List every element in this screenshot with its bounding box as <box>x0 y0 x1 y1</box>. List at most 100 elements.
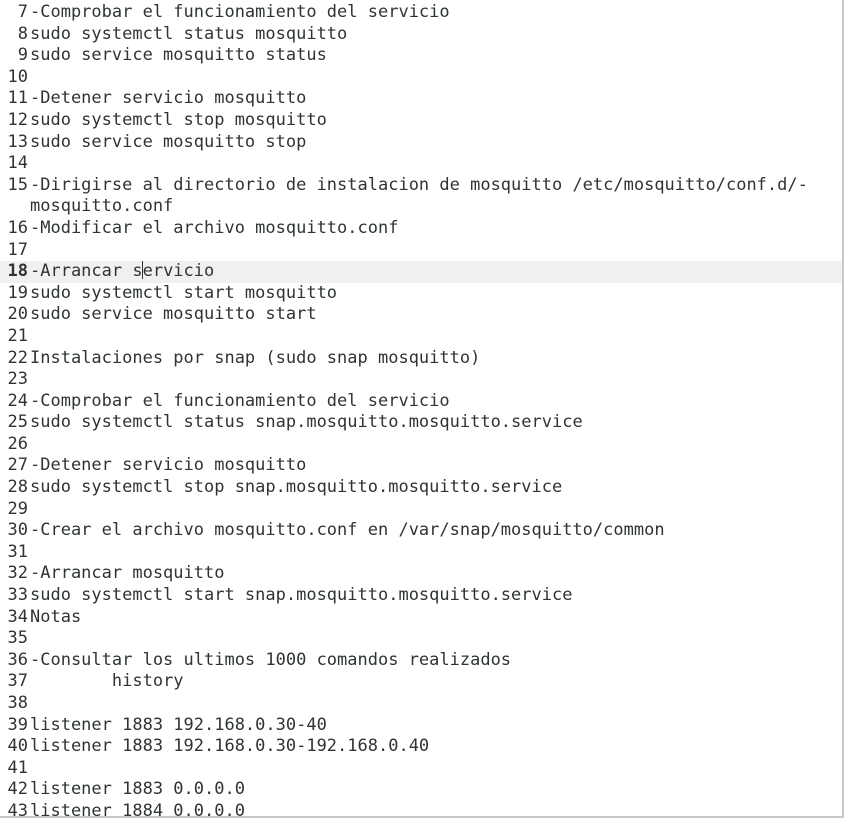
line-number: 32 <box>7 563 28 584</box>
line-number: 19 <box>7 282 28 303</box>
line-number: 11 <box>7 88 28 109</box>
line-text[interactable]: -Crear el archivo mosquitto.conf en /var… <box>29 520 842 542</box>
line-number: 20 <box>7 304 28 325</box>
line-text[interactable]: sudo systemctl stop snap.mosquitto.mosqu… <box>29 477 842 499</box>
editor-line[interactable]: 14 <box>0 153 842 175</box>
line-number: 9 <box>17 45 28 66</box>
line-number: 42 <box>7 779 28 800</box>
line-number: 7 <box>17 2 28 22</box>
line-text[interactable]: -Comprobar el funcionamiento del servici… <box>29 2 842 24</box>
editor-line[interactable]: 34 Notas <box>0 607 842 629</box>
line-text[interactable]: sudo systemctl stop mosquitto <box>29 110 842 132</box>
line-text[interactable]: listener 1883 0.0.0.0 <box>29 779 842 801</box>
line-text[interactable]: -Dirigirse al directorio de instalacion … <box>29 175 842 218</box>
line-number: 34 <box>7 606 28 627</box>
line-number: 28 <box>7 477 28 498</box>
line-text[interactable]: -Arrancar mosquitto <box>29 563 842 585</box>
editor-line[interactable]: 42 listener 1883 0.0.0.0 <box>0 779 842 801</box>
line-text[interactable]: Instalaciones por snap (sudo snap mosqui… <box>29 348 842 370</box>
line-number: 43 <box>7 800 28 818</box>
line-number: 18 <box>7 261 28 282</box>
editor-line[interactable]: 29 <box>0 499 842 521</box>
editor-line[interactable]: 10 <box>0 67 842 89</box>
line-number: 24 <box>7 390 28 411</box>
line-number: 33 <box>7 585 28 606</box>
line-text[interactable]: -Arrancar servicio <box>29 261 842 283</box>
line-text[interactable]: sudo systemctl status mosquitto <box>29 24 842 46</box>
line-text[interactable]: Notas <box>29 607 842 629</box>
editor-line[interactable]: 16 -Modificar el archivo mosquitto.conf <box>0 218 842 240</box>
editor-line[interactable]: 30 -Crear el archivo mosquitto.conf en /v… <box>0 520 842 542</box>
line-number: 21 <box>7 325 28 346</box>
line-text[interactable]: -Detener servicio mosquitto <box>29 455 842 477</box>
line-number: 13 <box>7 131 28 152</box>
editor-line[interactable]: 22 Instalaciones por snap (sudo snap mosq… <box>0 348 842 370</box>
editor-line[interactable]: 20 sudo service mosquitto start <box>0 304 842 326</box>
editor-line[interactable]: 12 sudo systemctl stop mosquitto <box>0 110 842 132</box>
line-number: 23 <box>7 369 28 390</box>
line-number: 31 <box>7 541 28 562</box>
line-number: 17 <box>7 239 28 260</box>
line-text[interactable]: listener 1884 0.0.0.0 <box>29 801 842 816</box>
line-text[interactable]: sudo systemctl start snap.mosquitto.mosq… <box>29 585 842 607</box>
line-number: 15 <box>7 174 28 195</box>
line-number: 14 <box>7 153 28 174</box>
line-number: 36 <box>7 649 28 670</box>
editor-line[interactable]: 24 -Comprobar el funcionamiento del servi… <box>0 391 842 413</box>
line-text[interactable]: history <box>29 671 842 693</box>
line-number: 10 <box>7 66 28 87</box>
line-text[interactable]: sudo systemctl start mosquitto <box>29 283 842 305</box>
line-text[interactable]: listener 1883 192.168.0.30-192.168.0.40 <box>29 736 842 758</box>
line-text[interactable]: -Detener servicio mosquitto <box>29 88 842 110</box>
editor-line[interactable]: 8 sudo systemctl status mosquitto <box>0 24 842 46</box>
editor-line[interactable]: 41 <box>0 758 842 780</box>
editor-line[interactable]: 18 -Arrancar servicio <box>0 261 842 283</box>
editor-line[interactable]: 25 sudo systemctl status snap.mosquitto.m… <box>0 412 842 434</box>
editor-line[interactable]: 28 sudo systemctl stop snap.mosquitto.mos… <box>0 477 842 499</box>
line-number: 16 <box>7 217 28 238</box>
line-text-before-caret: -Arrancar s <box>30 261 143 282</box>
line-number: 40 <box>7 736 28 757</box>
line-number: 38 <box>7 693 28 713</box>
editor-line[interactable]: 7 -Comprobar el funcionamiento del servic… <box>0 2 842 24</box>
line-number: 41 <box>7 757 28 778</box>
editor-line[interactable]: 27 -Detener servicio mosquitto <box>0 455 842 477</box>
line-text-after-caret: ervicio <box>142 261 215 282</box>
line-number: 35 <box>7 628 28 649</box>
line-number: 29 <box>7 498 28 519</box>
line-text[interactable]: sudo service mosquitto status <box>29 45 842 67</box>
editor-line[interactable]: 33 sudo systemctl start snap.mosquitto.mo… <box>0 585 842 607</box>
text-editor[interactable]: 7 -Comprobar el funcionamiento del servic… <box>0 0 844 818</box>
editor-line[interactable]: 23 <box>0 369 842 391</box>
line-text[interactable]: -Comprobar el funcionamiento del servici… <box>29 391 842 413</box>
editor-line[interactable]: 9 sudo service mosquitto status <box>0 45 842 67</box>
editor-line[interactable]: 15 -Dirigirse al directorio de instalacio… <box>0 175 842 218</box>
editor-line[interactable]: 19 sudo systemctl start mosquitto <box>0 283 842 305</box>
editor-lines[interactable]: 7 -Comprobar el funcionamiento del servic… <box>0 2 842 818</box>
editor-line[interactable]: 40 listener 1883 192.168.0.30-192.168.0.4… <box>0 736 842 758</box>
line-number: 37 <box>7 671 28 692</box>
editor-line[interactable]: 38 <box>0 693 842 715</box>
editor-line[interactable]: 32 -Arrancar mosquitto <box>0 563 842 585</box>
line-text[interactable]: listener 1883 192.168.0.30-40 <box>29 715 842 737</box>
line-number: 26 <box>7 433 28 454</box>
editor-line[interactable]: 11 -Detener servicio mosquitto <box>0 88 842 110</box>
editor-line[interactable]: 39 listener 1883 192.168.0.30-40 <box>0 715 842 737</box>
line-number: 8 <box>17 23 28 44</box>
line-text[interactable]: -Consultar los ultimos 1000 comandos rea… <box>29 650 842 672</box>
line-text[interactable]: -Modificar el archivo mosquitto.conf <box>29 218 842 240</box>
editor-line[interactable]: 21 <box>0 326 842 348</box>
line-text[interactable]: sudo service mosquitto stop <box>29 132 842 154</box>
editor-line[interactable]: 31 <box>0 542 842 564</box>
editor-line[interactable]: 26 <box>0 434 842 456</box>
editor-line[interactable]: 37 history <box>0 671 842 693</box>
editor-line[interactable]: 35 <box>0 628 842 650</box>
editor-line[interactable]: 13 sudo service mosquitto stop <box>0 132 842 154</box>
editor-line[interactable]: 36 -Consultar los ultimos 1000 comandos r… <box>0 650 842 672</box>
editor-line[interactable]: 17 <box>0 240 842 262</box>
line-text[interactable]: sudo service mosquitto start <box>29 304 842 326</box>
line-text[interactable]: sudo systemctl status snap.mosquitto.mos… <box>29 412 842 434</box>
line-number: 12 <box>7 109 28 130</box>
line-number: 22 <box>7 347 28 368</box>
editor-line[interactable]: 43 listener 1884 0.0.0.0 <box>0 800 842 818</box>
